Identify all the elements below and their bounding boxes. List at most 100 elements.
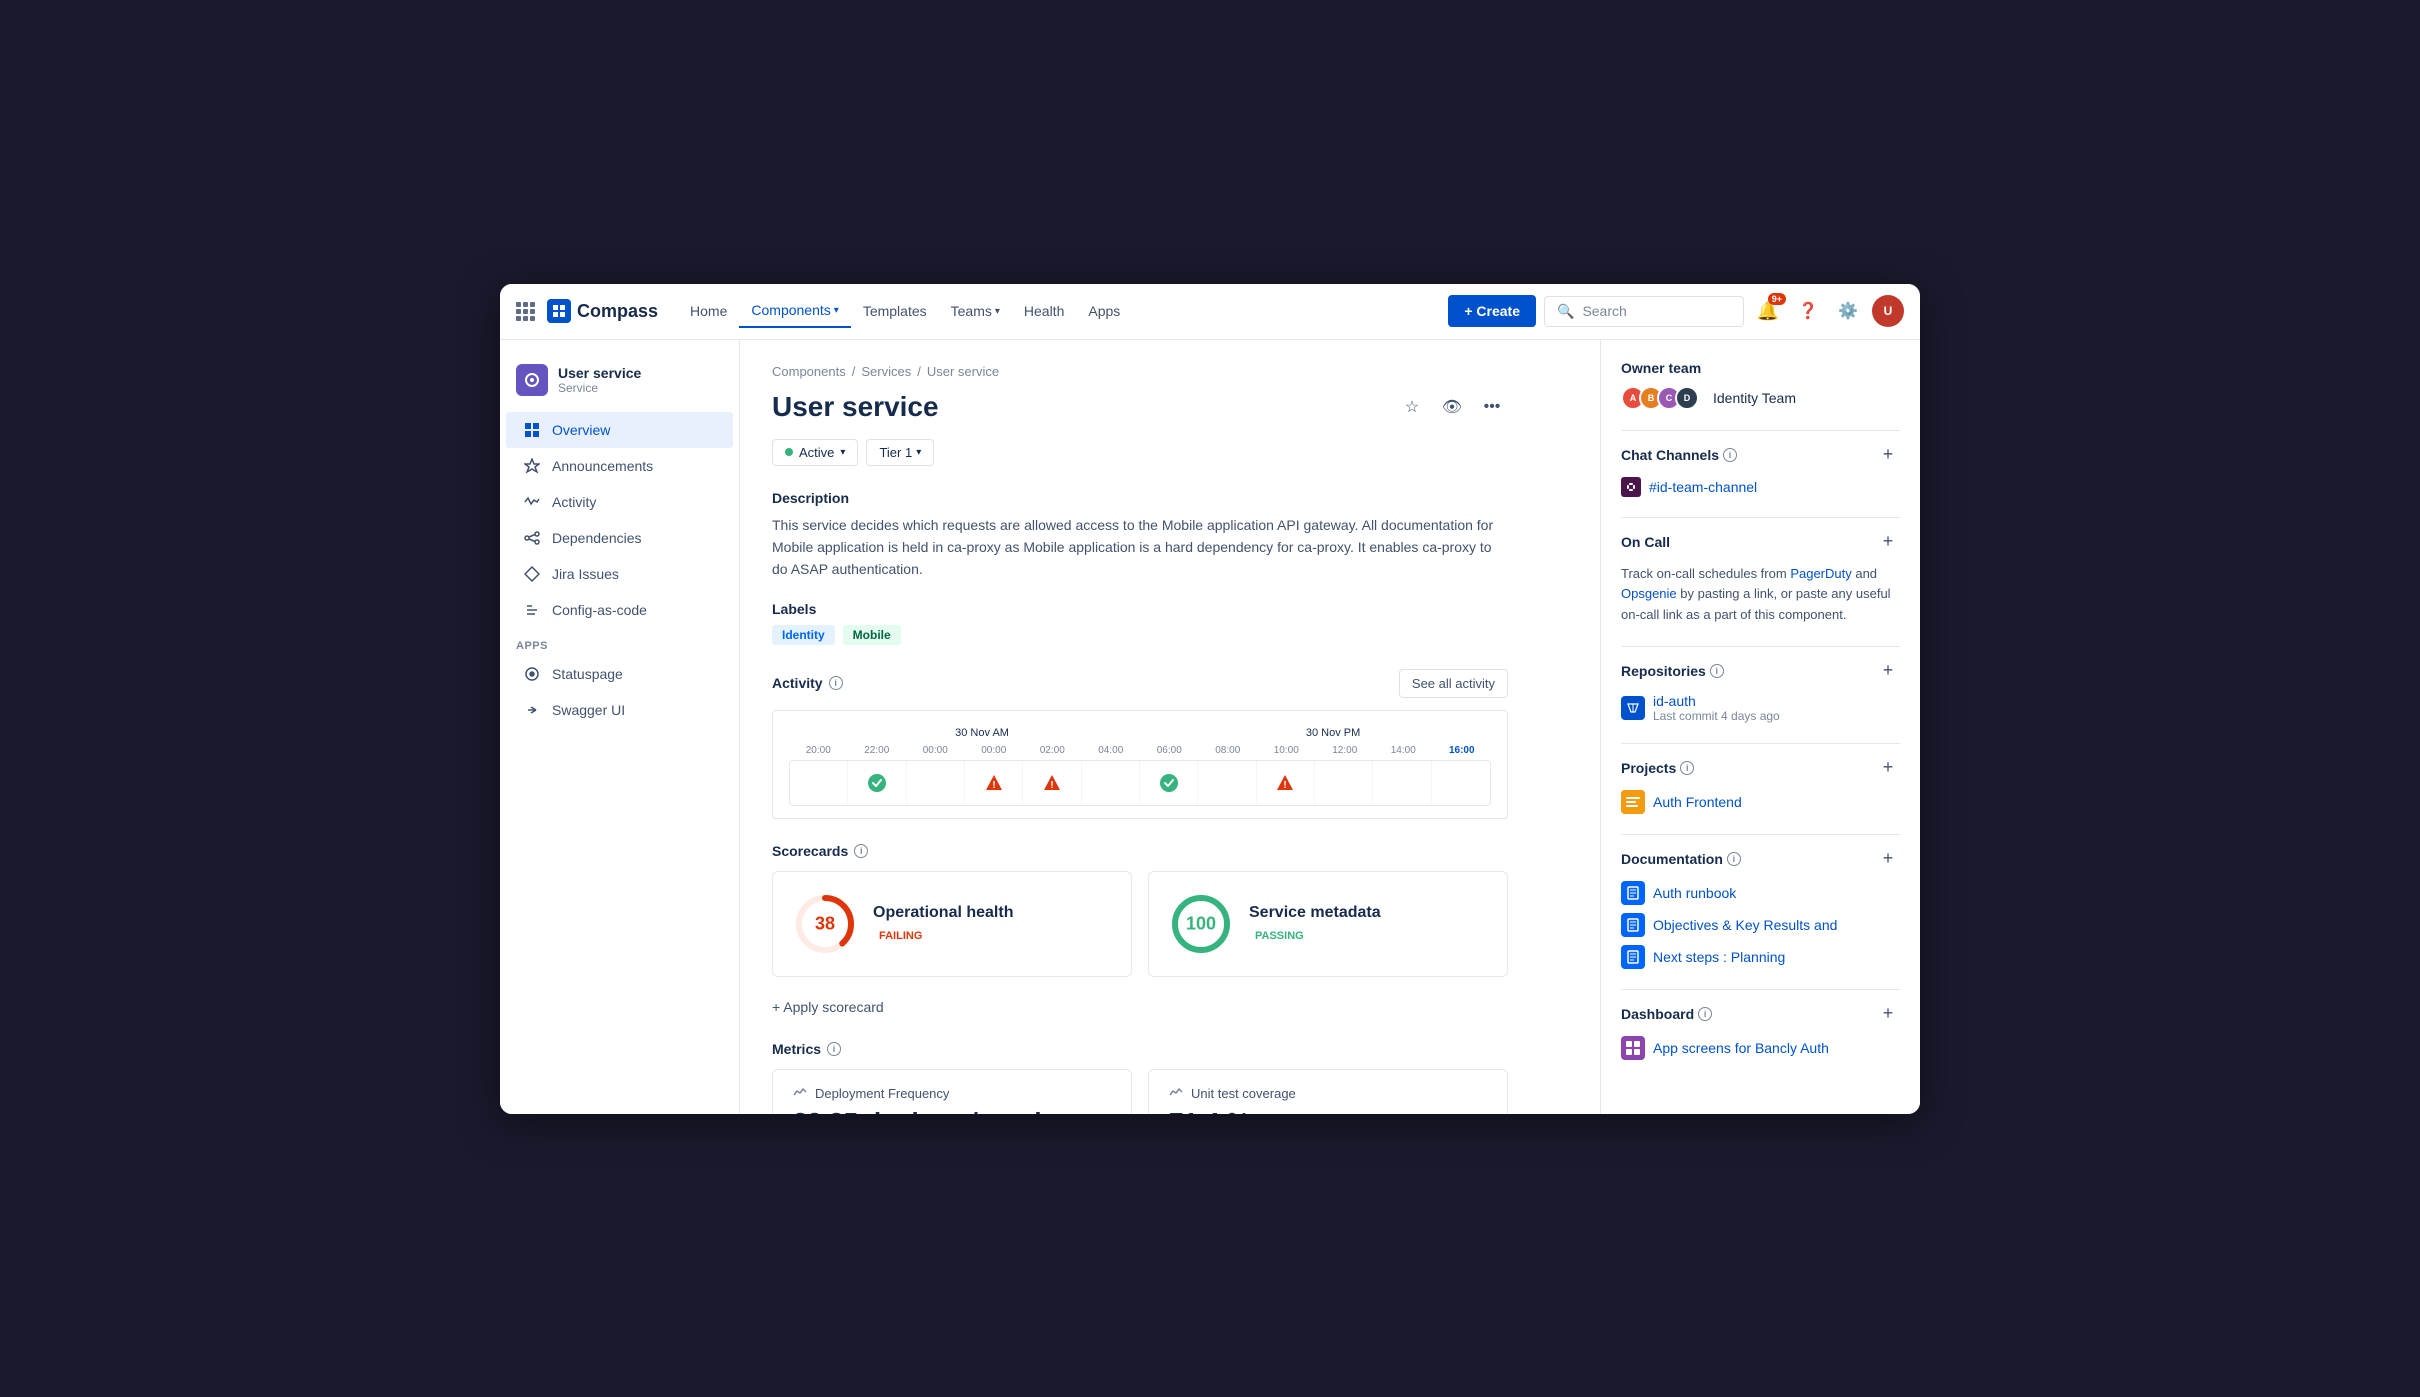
sidebar-item-announcements[interactable]: Announcements <box>506 448 733 484</box>
sidebar-service-name: User service <box>558 365 641 381</box>
time-label-5: 04:00 <box>1082 745 1141 756</box>
breadcrumb-components[interactable]: Components <box>772 364 846 379</box>
user-avatar[interactable]: U <box>1872 295 1904 327</box>
watch-button[interactable]: 👁 <box>1436 391 1468 423</box>
on-call-text: Track on-call schedules from PagerDuty a… <box>1621 564 1900 626</box>
nav-home[interactable]: Home <box>678 295 739 327</box>
scorecards-title: Scorecards <box>772 843 848 859</box>
see-all-activity-button[interactable]: See all activity <box>1399 669 1508 698</box>
channel-row[interactable]: #id-team-channel <box>1621 477 1900 497</box>
metric-card-coverage: Unit test coverage 71.4 % <box>1148 1069 1508 1114</box>
sidebar-item-jira[interactable]: Jira Issues <box>506 556 733 592</box>
star-button[interactable]: ☆ <box>1396 391 1428 423</box>
doc-name-0[interactable]: Auth runbook <box>1653 885 1736 901</box>
team-avatar-4: D <box>1675 386 1699 410</box>
chat-channels-info-icon[interactable]: i <box>1723 448 1737 462</box>
overview-icon <box>522 420 542 440</box>
projects-header: Projects i + <box>1621 756 1900 780</box>
opsgenie-link[interactable]: Opsgenie <box>1621 586 1677 601</box>
project-name[interactable]: Auth Frontend <box>1653 794 1742 810</box>
app-grid-icon[interactable] <box>516 302 535 321</box>
channel-name: #id-team-channel <box>1649 479 1757 495</box>
notifications-badge: 9+ <box>1768 293 1786 305</box>
doc-name-2[interactable]: Next steps : Planning <box>1653 949 1785 965</box>
dashboard-name[interactable]: App screens for Bancly Auth <box>1653 1040 1829 1056</box>
app-logo[interactable]: Compass <box>547 299 658 323</box>
right-panel: Owner team A B C D Identity Team <box>1600 340 1920 1114</box>
label-mobile[interactable]: Mobile <box>843 625 901 645</box>
sidebar-item-swagger[interactable]: Swagger UI <box>506 692 733 728</box>
repositories-title: Repositories i <box>1621 663 1724 679</box>
settings-button[interactable]: ⚙️ <box>1832 295 1864 327</box>
repo-name[interactable]: id-auth <box>1653 693 1780 709</box>
owner-team-section: Owner team A B C D Identity Team <box>1621 360 1900 410</box>
dashboard-section: Dashboard i + App screens for Bancly Aut… <box>1621 1002 1900 1060</box>
sidebar-item-statuspage[interactable]: Statuspage <box>506 656 733 692</box>
dependencies-icon <box>522 528 542 548</box>
scorecard-info-operational: Operational health FAILING <box>873 904 1013 944</box>
doc-icon-1 <box>1621 913 1645 937</box>
activity-cell-8: ! <box>1257 761 1315 805</box>
chat-channels-add-button[interactable]: + <box>1876 443 1900 467</box>
activity-info-icon[interactable]: i <box>829 676 843 690</box>
sidebar-item-label: Jira Issues <box>552 566 619 582</box>
help-button[interactable]: ❓ <box>1792 295 1824 327</box>
time-label-7: 08:00 <box>1199 745 1258 756</box>
announcements-icon <box>522 456 542 476</box>
repositories-info-icon[interactable]: i <box>1710 664 1724 678</box>
projects-info-icon[interactable]: i <box>1680 761 1694 775</box>
nav-templates[interactable]: Templates <box>851 295 939 327</box>
nav-teams[interactable]: Teams ▾ <box>939 295 1012 327</box>
activity-section-header: Activity i See all activity <box>772 669 1508 698</box>
on-call-add-button[interactable]: + <box>1876 530 1900 554</box>
score-circle-metadata: 100 <box>1169 892 1233 956</box>
activity-date-left: 30 Nov AM <box>955 727 1009 739</box>
label-identity[interactable]: Identity <box>772 625 835 645</box>
nav-apps[interactable]: Apps <box>1076 295 1132 327</box>
documentation-add-button[interactable]: + <box>1876 847 1900 871</box>
scorecard-operational-health[interactable]: 38 Operational health FAILING <box>772 871 1132 977</box>
more-options-button[interactable]: ••• <box>1476 391 1508 423</box>
owner-team-name[interactable]: Identity Team <box>1713 390 1796 406</box>
dashboard-add-button[interactable]: + <box>1876 1002 1900 1026</box>
metric-value-coverage: 71.4 % <box>1169 1107 1487 1114</box>
sidebar-item-overview[interactable]: Overview <box>506 412 733 448</box>
activity-chart: 30 Nov AM 30 Nov PM 20:00 22:00 00:00 00… <box>772 710 1508 819</box>
create-button[interactable]: + Create <box>1448 295 1536 327</box>
scorecard-service-metadata[interactable]: 100 Service metadata PASSING <box>1148 871 1508 977</box>
apply-scorecard-button[interactable]: + Apply scorecard <box>772 993 1508 1021</box>
doc-name-1[interactable]: Objectives & Key Results and <box>1653 917 1837 933</box>
status-dot <box>785 448 793 456</box>
score-value-metadata: 100 <box>1186 913 1216 934</box>
project-icon <box>1621 790 1645 814</box>
projects-add-button[interactable]: + <box>1876 756 1900 780</box>
top-navigation: Compass Home Components ▾ Templates Team… <box>500 284 1920 340</box>
on-call-section: On Call + Track on-call schedules from P… <box>1621 530 1900 626</box>
activity-cell-4: ! <box>1023 761 1081 805</box>
notifications-button[interactable]: 🔔 9+ <box>1752 295 1784 327</box>
status-label: Active <box>799 445 834 460</box>
nav-components[interactable]: Components ▾ <box>739 294 850 328</box>
tier-badge[interactable]: Tier 1 ▾ <box>866 439 934 466</box>
time-label-3: 00:00 <box>965 745 1024 756</box>
breadcrumb-services[interactable]: Services <box>861 364 911 379</box>
status-badge[interactable]: Active ▾ <box>772 439 858 466</box>
dashboard-row: App screens for Bancly Auth <box>1621 1036 1900 1060</box>
activity-title-row: Activity i <box>772 675 843 691</box>
dashboard-info-icon[interactable]: i <box>1698 1007 1712 1021</box>
activity-cell-3: ! <box>965 761 1023 805</box>
nav-health[interactable]: Health <box>1012 295 1076 327</box>
sidebar-item-activity[interactable]: Activity <box>506 484 733 520</box>
time-label-11: 16:00 <box>1433 745 1492 756</box>
sidebar-item-dependencies[interactable]: Dependencies <box>506 520 733 556</box>
doc-icon-0 <box>1621 881 1645 905</box>
time-label-6: 06:00 <box>1140 745 1199 756</box>
config-icon <box>522 600 542 620</box>
repositories-add-button[interactable]: + <box>1876 659 1900 683</box>
pagerduty-link[interactable]: PagerDuty <box>1790 566 1851 581</box>
metrics-info-icon[interactable]: i <box>827 1042 841 1056</box>
search-bar[interactable]: 🔍 Search <box>1544 296 1744 327</box>
documentation-info-icon[interactable]: i <box>1727 852 1741 866</box>
scorecards-info-icon[interactable]: i <box>854 844 868 858</box>
sidebar-item-config[interactable]: Config-as-code <box>506 592 733 628</box>
